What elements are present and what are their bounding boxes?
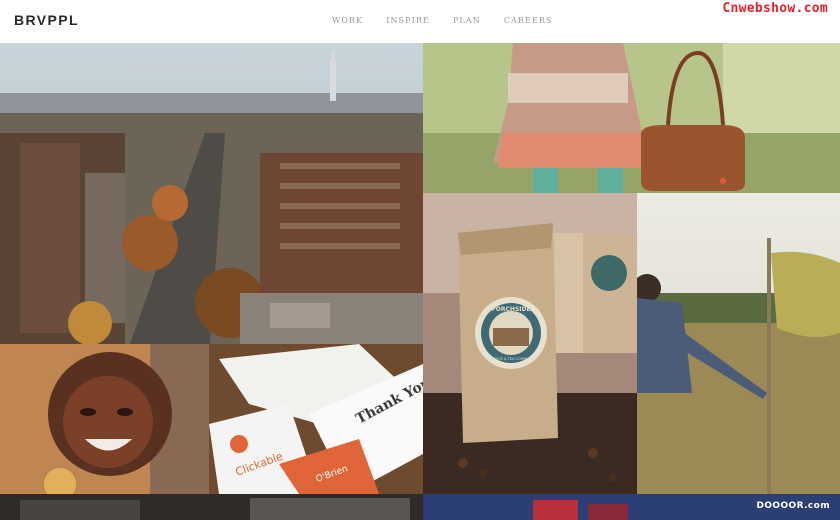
nav-plan[interactable]: PLAN bbox=[453, 16, 481, 25]
nav-careers[interactable]: CAREERS bbox=[504, 16, 553, 25]
kid-photo bbox=[0, 344, 209, 494]
cards-photo: Thank You Clickable O'Brien bbox=[209, 344, 423, 494]
kid-photo-tile[interactable] bbox=[0, 344, 209, 494]
city-photo-tile[interactable] bbox=[0, 43, 423, 344]
coffee-photo: PORCHSIDE COFFEE & TEA COMPANY bbox=[423, 193, 637, 494]
nav-inspire[interactable]: INSPIRE bbox=[386, 16, 430, 25]
site-header: BRVPPL WORK INSPIRE PLAN CAREERS Cnwebsh… bbox=[0, 0, 840, 43]
watermark-bottom: DOOOOR.com bbox=[756, 501, 830, 511]
cards-photo-tile[interactable]: Thank You Clickable O'Brien bbox=[209, 344, 423, 494]
dress-photo-tile[interactable] bbox=[423, 43, 840, 193]
site-logo[interactable]: BRVPPL bbox=[14, 12, 79, 28]
dress-photo bbox=[423, 43, 840, 193]
bottom-left-photo-tile[interactable] bbox=[0, 494, 423, 520]
nav-work[interactable]: WORK bbox=[332, 16, 363, 25]
bottom-left-photo bbox=[0, 494, 423, 520]
city-photo bbox=[0, 43, 423, 344]
coffee-label-bottom: COFFEE & TEA COMPANY bbox=[489, 357, 534, 361]
watermark-top: Cnwebshow.com bbox=[722, 1, 828, 16]
flag-photo bbox=[637, 193, 840, 494]
flag-photo-tile[interactable] bbox=[637, 193, 840, 494]
coffee-photo-tile[interactable]: PORCHSIDE COFFEE & TEA COMPANY bbox=[423, 193, 637, 494]
coffee-label-top: PORCHSIDE bbox=[491, 306, 530, 313]
main-nav: WORK INSPIRE PLAN CAREERS bbox=[332, 16, 553, 25]
